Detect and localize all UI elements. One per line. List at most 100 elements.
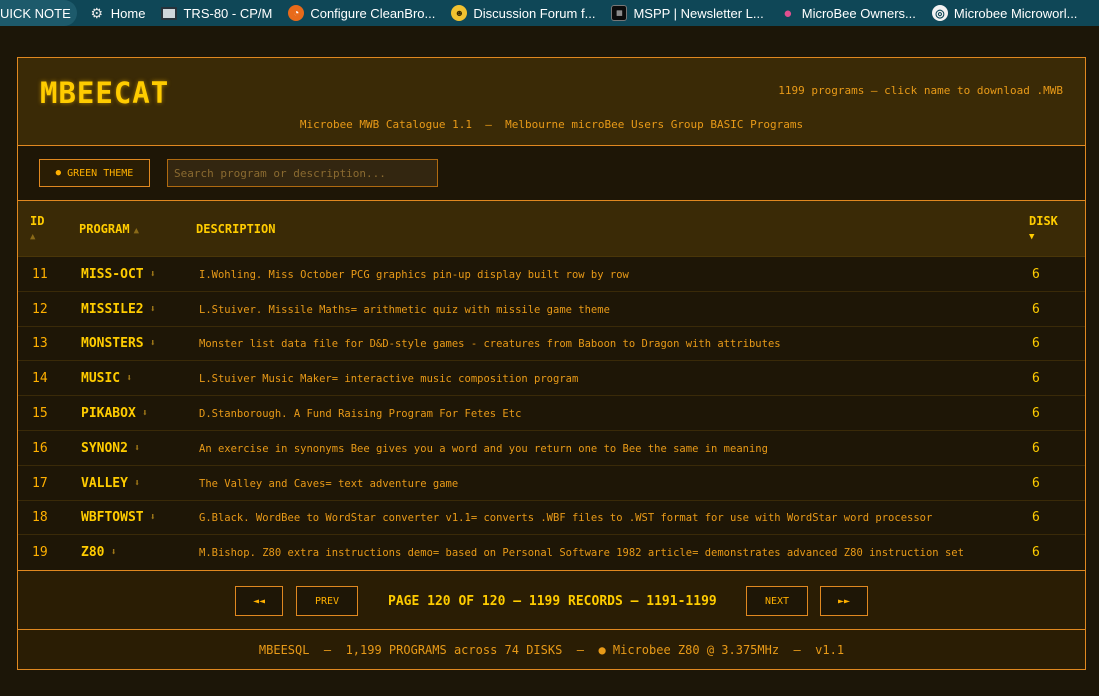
row-description: Monster list data file for D&D-style gam…: [199, 337, 781, 350]
table-row: 14 MUSIC ⬇ L.Stuiver Music Maker= interac…: [18, 361, 1085, 396]
bookmark-label: Microbee Microworl...: [953, 5, 1078, 21]
program-name: MUSIC: [81, 371, 121, 386]
cleanbrowsing-icon: ◔: [288, 5, 305, 21]
program-name: Z80: [81, 545, 105, 560]
search-input[interactable]: [167, 159, 438, 187]
row-id: 16: [32, 441, 48, 456]
table-row: 11 MISS-OCT ⬇ I.Wohling. Miss October PCG…: [18, 257, 1085, 292]
globe-icon: ◎: [931, 5, 948, 21]
column-header-disk[interactable]: DISK ▼: [1029, 213, 1058, 245]
green-theme-button[interactable]: ● GREEN THEME: [39, 159, 150, 187]
bookmark-label: Configure CleanBro...: [310, 5, 436, 21]
row-disk: 6: [1032, 406, 1040, 421]
bookmark-label: MicroBee Owners...: [801, 5, 916, 21]
program-download-link[interactable]: MONSTERS ⬇: [81, 326, 156, 361]
column-label: DESCRIPTION: [196, 222, 276, 236]
row-id: 15: [32, 406, 48, 421]
row-id: 12: [32, 302, 48, 317]
bookmark-label: TRS-80 - CP/M: [183, 5, 273, 21]
table-row: 19 Z80 ⬇ M.Bishop. Z80 extra instructions…: [18, 535, 1085, 570]
bookmark-mspp[interactable]: ▦ MSPP | Newsletter L...: [603, 0, 771, 26]
program-name: SYNON2: [81, 441, 128, 456]
column-header-program[interactable]: PROGRAM ▲: [79, 222, 139, 236]
table-row: 17 VALLEY ⬇ The Valley and Caves= text ad…: [18, 466, 1085, 501]
sort-up-icon: ▲: [133, 226, 139, 236]
dot-icon: ●: [55, 168, 62, 178]
row-description: An exercise in synonyms Bee gives you a …: [199, 442, 768, 455]
bookmark-home[interactable]: ⚙ Home: [81, 0, 154, 26]
download-arrow-icon: ⬇: [149, 269, 156, 280]
program-name: VALLEY: [81, 476, 128, 491]
column-label: ID: [30, 214, 45, 228]
table-row: 12 MISSILE2 ⬇ L.Stuiver. Missile Maths= a…: [18, 292, 1085, 327]
page-info: PAGE 120 OF 120 — 1199 RECORDS — 1191-11…: [388, 594, 717, 609]
row-description: I.Wohling. Miss October PCG graphics pin…: [199, 268, 629, 281]
program-name: MONSTERS: [81, 336, 144, 351]
first-page-button[interactable]: ◄◄: [235, 586, 283, 616]
app-logo: MBEECAT: [40, 76, 170, 110]
column-header-description[interactable]: DESCRIPTION: [196, 222, 275, 236]
row-disk: 6: [1032, 441, 1040, 456]
next-page-button[interactable]: NEXT: [746, 586, 808, 616]
catalogue-app: MBEECAT 1199 programs — click name to do…: [17, 57, 1086, 670]
row-id: 13: [32, 336, 48, 351]
toolbar: ● GREEN THEME: [18, 146, 1085, 201]
bookmark-cleanbrowsing[interactable]: ◔ Configure CleanBro...: [280, 0, 443, 26]
row-disk: 6: [1032, 476, 1040, 491]
bookmark-discussion-forum[interactable]: ☻ Discussion Forum f...: [443, 0, 603, 26]
row-disk: 6: [1032, 510, 1040, 525]
gear-icon: ⚙: [90, 4, 104, 21]
row-disk: 6: [1032, 336, 1040, 351]
bookmark-microworld[interactable]: ◎ Microbee Microworl...: [924, 0, 1086, 26]
theme-button-label: GREEN THEME: [67, 167, 134, 179]
bee-icon: ☻: [451, 5, 468, 21]
row-id: 18: [32, 510, 48, 525]
bookmark-quick-note[interactable]: UICK NOTE: [0, 0, 77, 26]
row-description: The Valley and Caves= text adventure gam…: [199, 477, 459, 490]
monitor-icon: [161, 6, 178, 20]
row-id: 19: [32, 545, 48, 560]
row-id: 17: [32, 476, 48, 491]
program-download-link[interactable]: VALLEY ⬇: [81, 466, 140, 501]
last-page-button[interactable]: ►►: [820, 586, 868, 616]
bookmark-label: Discussion Forum f...: [473, 5, 596, 21]
program-download-link[interactable]: MISSILE2 ⬇: [81, 292, 156, 327]
row-description: L.Stuiver Music Maker= interactive music…: [199, 372, 579, 385]
program-download-link[interactable]: Z80 ⬇: [81, 535, 117, 570]
program-download-link[interactable]: MUSIC ⬇: [81, 361, 132, 396]
prev-page-button[interactable]: PREV: [296, 586, 358, 616]
pagination-bar: ◄◄ PREV PAGE 120 OF 120 — 1199 RECORDS —…: [18, 570, 1085, 630]
row-id: 11: [32, 267, 48, 282]
app-subtitle: Microbee MWB Catalogue 1.1 — Melbourne m…: [299, 118, 804, 131]
program-download-link[interactable]: PIKABOX ⬇: [81, 396, 148, 431]
table-row: 16 SYNON2 ⬇ An exercise in synonyms Bee g…: [18, 431, 1085, 466]
bookmark-trs80[interactable]: TRS-80 - CP/M: [153, 0, 280, 26]
row-disk: 6: [1032, 267, 1040, 282]
row-description: G.Black. WordBee to WordStar converter v…: [199, 511, 933, 524]
program-download-link[interactable]: MISS-OCT ⬇: [81, 257, 156, 292]
program-name: MISS-OCT: [81, 267, 144, 282]
column-header-id[interactable]: ID ▲: [30, 213, 44, 245]
program-download-link[interactable]: WBFTOWST ⬇: [81, 500, 156, 535]
apple-icon: ●: [783, 4, 793, 22]
download-arrow-icon: ⬇: [141, 408, 148, 419]
app-header: MBEECAT 1199 programs — click name to do…: [18, 58, 1085, 146]
bookmark-label: MSPP | Newsletter L...: [633, 5, 764, 21]
row-description: L.Stuiver. Missile Maths= arithmetic qui…: [199, 303, 610, 316]
download-arrow-icon: ⬇: [126, 373, 133, 384]
program-name: WBFTOWST: [81, 510, 144, 525]
bookmark-microbee-owners[interactable]: ● MicroBee Owners...: [772, 0, 924, 26]
download-arrow-icon: ⬇: [133, 443, 140, 454]
row-disk: 6: [1032, 371, 1040, 386]
status-footer: MBEESQL — 1,199 PROGRAMS across 74 DISKS…: [18, 630, 1085, 669]
row-disk: 6: [1032, 302, 1040, 317]
row-description: D.Stanborough. A Fund Raising Program Fo…: [199, 407, 522, 420]
download-arrow-icon: ⬇: [149, 512, 156, 523]
download-arrow-icon: ⬇: [110, 547, 117, 558]
table-header: ID ▲ PROGRAM ▲ DESCRIPTION DISK ▼: [18, 201, 1085, 257]
table-row: 15 PIKABOX ⬇ D.Stanborough. A Fund Raisin…: [18, 396, 1085, 431]
row-description: M.Bishop. Z80 extra instructions demo= b…: [199, 546, 964, 559]
program-download-link[interactable]: SYNON2 ⬇: [81, 431, 140, 466]
bookmark-label: UICK NOTE: [0, 5, 71, 21]
sort-down-icon: ▼: [1029, 232, 1035, 242]
